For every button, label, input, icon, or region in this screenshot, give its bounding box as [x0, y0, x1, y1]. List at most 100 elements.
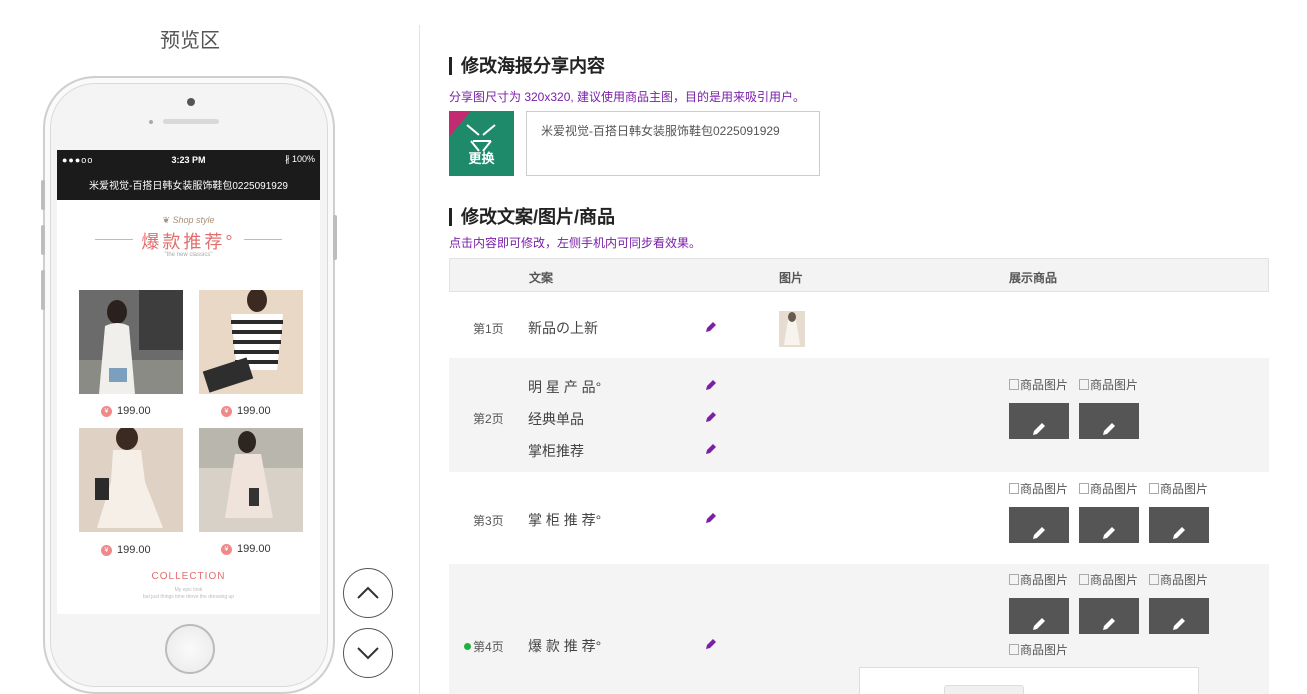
- copy-text[interactable]: 爆 款 推 荐°: [528, 636, 601, 656]
- collection-sub: My epic look but just things time drove …: [142, 587, 235, 600]
- scroll-up-button[interactable]: [343, 568, 393, 618]
- currency-icon: ¥: [101, 405, 112, 417]
- goods-item: 商品图片: [1009, 644, 1069, 668]
- edit-pencil-icon: [1103, 618, 1115, 630]
- active-page-dot: [464, 643, 471, 650]
- product-image: [77, 288, 185, 396]
- goods-item: 商品图片: [1009, 483, 1069, 543]
- share-hint: 分享图尺寸为 320x320, 建议使用商品主图，目的是用来吸引用户。: [449, 90, 806, 104]
- product-price: ¥199.00: [101, 544, 151, 556]
- chevron-down-icon: [357, 647, 379, 660]
- volume-up-button: [41, 180, 45, 210]
- table-row: 第2页 明 星 产 品° 经典单品 掌柜推荐 商品图片 商品图片: [449, 358, 1269, 473]
- edit-pencil-icon: [1033, 618, 1045, 630]
- battery-indicator: ∦ 100%: [284, 154, 315, 164]
- table-header: 文案 图片 展示商品: [449, 258, 1269, 292]
- earpiece-speaker: [163, 119, 219, 124]
- content-table: 文案 图片 展示商品 第1页 新品の上新 第2页 明 星 产 品° 经典单品 掌…: [449, 258, 1269, 694]
- goods-edit-button[interactable]: [1079, 598, 1139, 634]
- share-section-title: 修改海报分享内容: [449, 57, 605, 75]
- sensor: [149, 120, 153, 124]
- copy-text[interactable]: 掌 柜 推 荐°: [528, 510, 601, 530]
- goods-item: 商品图片: [1079, 379, 1139, 439]
- goods-edit-button[interactable]: [1009, 507, 1069, 543]
- currency-icon: ¥: [221, 543, 232, 555]
- currency-icon: ¥: [221, 405, 232, 417]
- panel-divider: [419, 25, 420, 694]
- share-change-label: 更换: [468, 151, 495, 166]
- popup-button[interactable]: [944, 685, 1024, 694]
- header-goods: 展示商品: [1009, 271, 1058, 285]
- edit-pencil-icon: [1103, 527, 1115, 539]
- preview-title: 预览区: [160, 30, 220, 52]
- edit-pencil-icon: [1103, 423, 1115, 435]
- broken-image-icon: [1009, 379, 1019, 390]
- goods-item: 商品图片: [1009, 379, 1069, 439]
- mute-switch: [41, 270, 45, 310]
- goods-edit-button[interactable]: [1149, 507, 1209, 543]
- edit-pencil-icon[interactable]: [704, 511, 718, 525]
- edit-pencil-icon[interactable]: [704, 410, 718, 424]
- goods-edit-button[interactable]: [1079, 403, 1139, 439]
- goods-image-alt: 商品图片: [1009, 379, 1069, 403]
- product-photo: [199, 428, 303, 532]
- broken-image-icon: [1009, 644, 1019, 655]
- goods-image-alt: 商品图片: [1149, 574, 1209, 598]
- status-time: 3:23 PM: [171, 154, 206, 165]
- banner-heading-row: 爆款推荐°: [57, 226, 320, 252]
- edit-pencil-icon[interactable]: [704, 442, 718, 456]
- product-photo: [79, 290, 183, 394]
- broken-image-icon: [1009, 574, 1019, 585]
- broken-image-icon: [1149, 483, 1159, 494]
- edit-pencil-icon[interactable]: [704, 320, 718, 334]
- page-label: 第3页: [473, 514, 504, 528]
- product-image: [197, 288, 305, 396]
- banner-script: ❦ Shop style: [162, 215, 215, 225]
- front-camera: [187, 98, 195, 106]
- broken-image-icon: [1079, 379, 1089, 390]
- page-label: 第1页: [473, 322, 504, 336]
- product-photo: [79, 428, 183, 532]
- edit-pencil-icon[interactable]: [704, 637, 718, 651]
- goods-image-alt: 商品图片: [1149, 483, 1209, 507]
- share-text-input[interactable]: [526, 111, 820, 176]
- share-image-change-button[interactable]: 更换: [449, 111, 514, 176]
- goods-item: 商品图片: [1149, 483, 1209, 543]
- product-image: [77, 426, 185, 534]
- copy-hint: 点击内容即可修改，左侧手机内可同步看效果。: [449, 236, 702, 250]
- table-row: 第3页 掌 柜 推 荐° 商品图片 商品图片 商品图片: [449, 473, 1269, 564]
- edit-pencil-icon[interactable]: [704, 378, 718, 392]
- page-label: 第2页: [473, 412, 504, 426]
- table-row: 第1页 新品の上新: [449, 292, 1269, 358]
- goods-edit-button[interactable]: [1149, 598, 1209, 634]
- page-image-thumbnail[interactable]: [779, 311, 805, 347]
- copy-text[interactable]: 掌柜推荐: [528, 441, 584, 461]
- goods-edit-button[interactable]: [1009, 598, 1069, 634]
- copy-text[interactable]: 明 星 产 品°: [528, 377, 601, 397]
- broken-image-icon: [1149, 574, 1159, 585]
- header-text: 文案: [529, 271, 554, 285]
- copy-text[interactable]: 新品の上新: [528, 318, 598, 338]
- goods-item: 商品图片: [1149, 574, 1209, 634]
- goods-image-alt: 商品图片: [1009, 483, 1069, 507]
- goods-edit-button[interactable]: [1079, 507, 1139, 543]
- chevron-up-icon: [357, 586, 379, 599]
- banner-heading: 爆款推荐°: [141, 232, 236, 252]
- scroll-down-button[interactable]: [343, 628, 393, 678]
- goods-image-alt: 商品图片: [1079, 574, 1139, 598]
- product-price: ¥199.00: [221, 405, 271, 417]
- leaf-icon: ❦: [162, 215, 173, 225]
- collection-heading: COLLECTION: [151, 571, 226, 582]
- header-image: 图片: [779, 271, 804, 285]
- page-image: [779, 311, 805, 347]
- goods-edit-button[interactable]: [1009, 403, 1069, 439]
- goods-image-alt: 商品图片: [1009, 574, 1069, 598]
- product-image: [197, 426, 305, 534]
- goods-item: 商品图片: [1009, 574, 1069, 634]
- goods-picker-popup: [859, 667, 1199, 694]
- page-label: 第4页: [464, 638, 504, 655]
- edit-pencil-icon: [1033, 527, 1045, 539]
- copy-text[interactable]: 经典单品: [528, 409, 584, 429]
- product-price: ¥199.00: [101, 405, 151, 417]
- goods-image-alt: 商品图片: [1009, 644, 1069, 668]
